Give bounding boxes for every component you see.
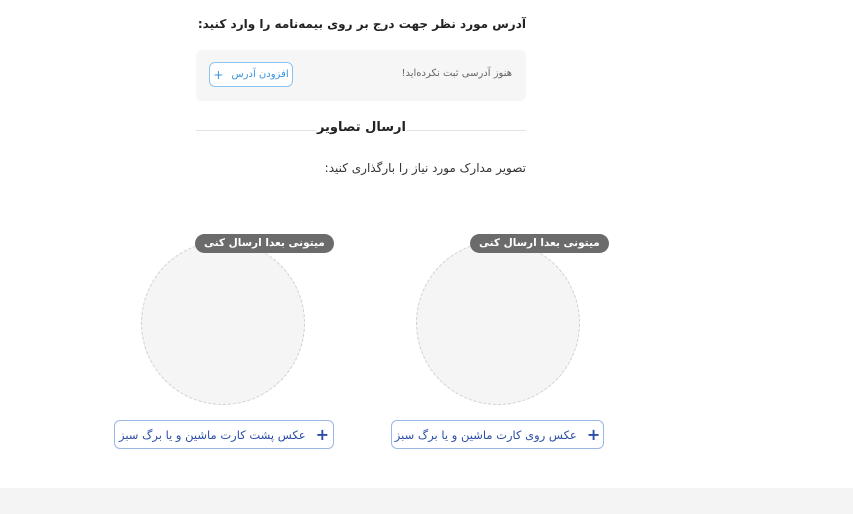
upload-card-front: میتونی بعدا ارسال کنی + عکس روی کارت ماش…: [388, 232, 609, 462]
address-panel: هنوز آدرسی ثبت نکرده‌اید! افزودن آدرس +: [196, 50, 526, 101]
page: آدرس مورد نظر جهت درج بر روی بیمه‌نامه ر…: [0, 0, 853, 514]
images-section-title: ارسال تصاویر: [316, 120, 407, 135]
upload-card-back: میتونی بعدا ارسال کنی + عکس پشت کارت ماش…: [113, 232, 334, 462]
add-address-label: افزودن آدرس: [231, 69, 289, 80]
upload-back-button[interactable]: + عکس پشت کارت ماشین و یا برگ سبز: [114, 420, 334, 449]
address-heading: آدرس مورد نظر جهت درج بر روی بیمه‌نامه ر…: [197, 17, 526, 31]
add-address-button[interactable]: افزودن آدرس +: [209, 62, 293, 87]
optional-badge: میتونی بعدا ارسال کنی: [470, 234, 609, 253]
image-preview-placeholder[interactable]: [416, 241, 580, 405]
plus-icon: +: [586, 424, 601, 444]
footer-band: [0, 488, 853, 514]
upload-front-button[interactable]: + عکس روی کارت ماشین و یا برگ سبز: [391, 420, 604, 449]
image-preview-placeholder[interactable]: [141, 241, 305, 405]
upload-instruction: تصویر مدارک مورد نیاز را بارگذاری کنید:: [324, 161, 526, 175]
plus-icon: +: [315, 424, 330, 444]
optional-badge: میتونی بعدا ارسال کنی: [195, 234, 334, 253]
upload-front-label: عکس روی کارت ماشین و یا برگ سبز: [394, 427, 577, 442]
no-address-text: هنوز آدرسی ثبت نکرده‌اید!: [401, 68, 512, 79]
upload-back-label: عکس پشت کارت ماشین و یا برگ سبز: [118, 427, 306, 442]
plus-icon: +: [213, 67, 224, 82]
